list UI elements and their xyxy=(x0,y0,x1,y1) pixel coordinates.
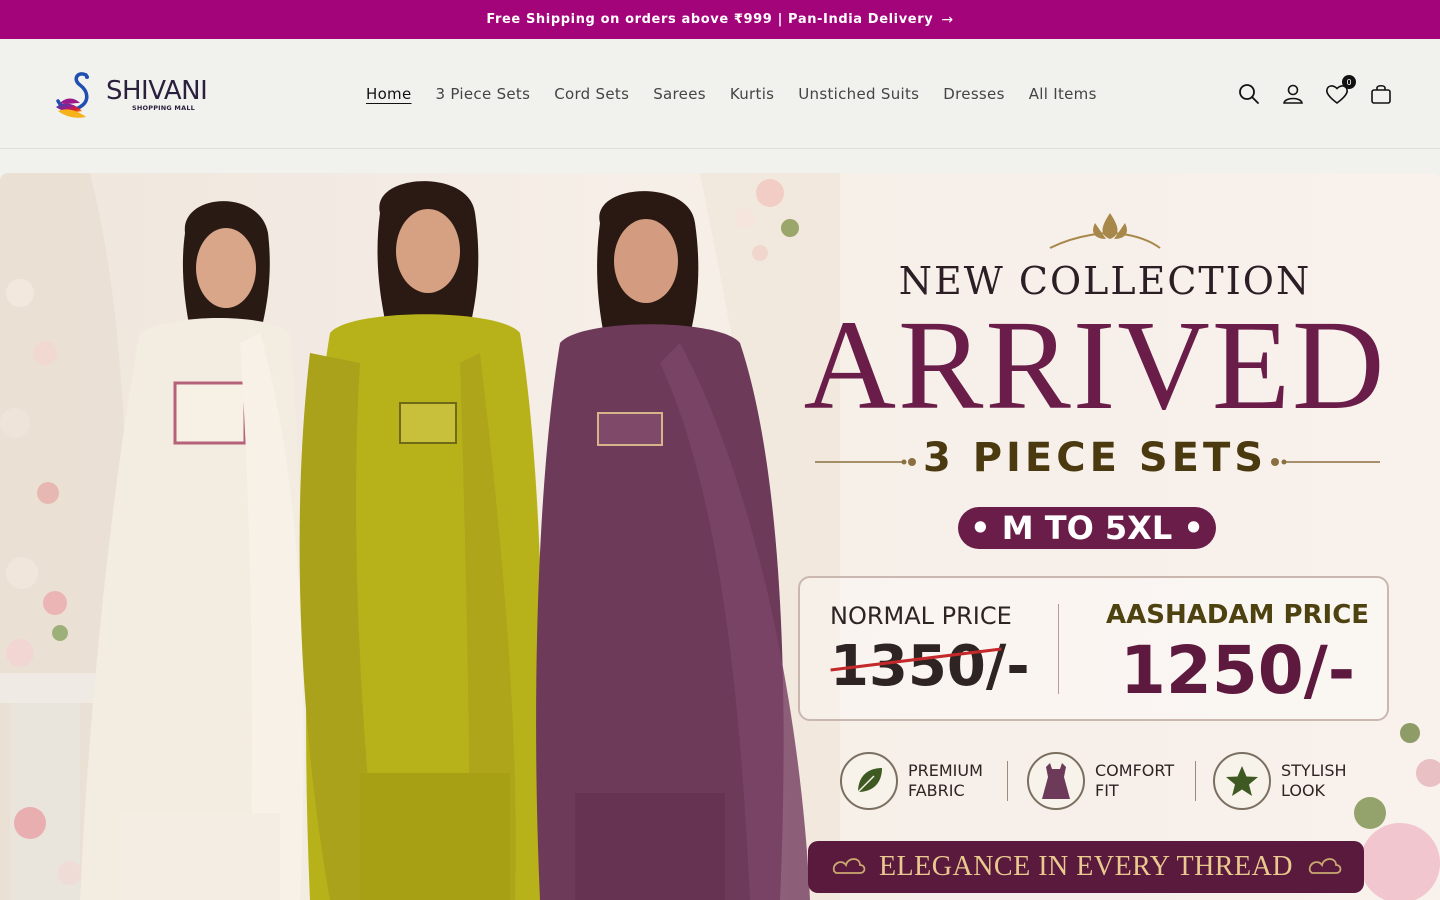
logo[interactable]: SHIVANI SHOPPING MALL xyxy=(52,67,222,123)
gold-ornament-icon xyxy=(1049,213,1161,249)
cart-icon xyxy=(1371,84,1391,104)
tagline-banner: ELEGANCE IN EVERY THREAD xyxy=(808,841,1364,893)
nav-item-sarees[interactable]: Sarees xyxy=(641,85,718,103)
feature-2-line1: COMFORT xyxy=(1095,761,1175,780)
cloud-ornament-icon xyxy=(1308,858,1342,874)
star-icon xyxy=(1213,752,1271,810)
hero-heading-main: ARRIVED xyxy=(803,294,1387,436)
feature-premium-fabric: PREMIUM FABRIC xyxy=(840,752,998,810)
feature-divider xyxy=(1195,761,1196,801)
nav-item-cord-sets[interactable]: Cord Sets xyxy=(542,85,641,103)
nav-item-all-items[interactable]: All Items xyxy=(1017,85,1109,103)
announcement-bar[interactable]: Free Shipping on orders above ₹999 | Pan… xyxy=(0,0,1440,39)
cloud-ornament-icon xyxy=(832,858,866,874)
search-icon xyxy=(1239,84,1259,104)
cart-button[interactable] xyxy=(1368,81,1394,107)
price-divider xyxy=(1058,604,1059,694)
model-mustard-outfit-icon xyxy=(299,181,544,900)
aashadam-price-label: AASHADAM PRICE xyxy=(1106,600,1370,630)
feature-3-line2: LOOK xyxy=(1281,781,1326,800)
model-white-outfit-icon xyxy=(80,201,310,900)
feature-stylish-look: STYLISH LOOK xyxy=(1213,752,1371,810)
feature-comfort-fit: COMFORT FIT xyxy=(1027,752,1185,810)
search-button[interactable] xyxy=(1236,81,1262,107)
feature-2-line2: FIT xyxy=(1095,781,1119,800)
swan-logo-icon xyxy=(56,72,89,118)
account-button[interactable] xyxy=(1280,81,1306,107)
arrow-right-icon[interactable]: → xyxy=(941,12,953,28)
main-nav: Home 3 Piece Sets Cord Sets Sarees Kurti… xyxy=(354,39,1109,149)
nav-item-unstiched-suits[interactable]: Unstiched Suits xyxy=(786,85,931,103)
feature-1-line1: PREMIUM xyxy=(908,761,983,780)
wishlist-button[interactable]: 0 xyxy=(1324,75,1356,107)
logo-tagline: SHOPPING MALL xyxy=(132,104,196,112)
normal-price-label: NORMAL PRICE xyxy=(830,602,1012,630)
size-range-badge: • M TO 5XL • xyxy=(958,507,1216,549)
feature-1-line2: FABRIC xyxy=(908,781,965,800)
wishlist-count-badge: 0 xyxy=(1342,75,1356,89)
nav-item-kurtis[interactable]: Kurtis xyxy=(718,85,786,103)
nav-item-3-piece-sets[interactable]: 3 Piece Sets xyxy=(424,85,543,103)
aashadam-price-value: 1250/- xyxy=(1120,632,1356,709)
flowers-right-icon xyxy=(1354,723,1440,900)
tagline-text: ELEGANCE IN EVERY THREAD xyxy=(878,851,1294,882)
feature-3-line1: STYLISH xyxy=(1281,761,1347,780)
announcement-text[interactable]: Free Shipping on orders above ₹999 | Pan… xyxy=(486,12,933,27)
site-header: SHIVANI SHOPPING MALL Home 3 Piece Sets … xyxy=(0,39,1440,149)
header-icons: 0 xyxy=(1236,39,1394,149)
hero-subheading: 3 PIECE SETS xyxy=(922,435,1268,481)
hero-banner[interactable]: NEW COLLECTION ARRIVED 3 PIECE SETS • M … xyxy=(0,173,1440,900)
account-icon xyxy=(1283,84,1303,104)
nav-item-dresses[interactable]: Dresses xyxy=(931,85,1016,103)
dress-icon xyxy=(1027,752,1085,810)
price-box: NORMAL PRICE 1350/- AASHADAM PRICE 1250/… xyxy=(798,576,1389,721)
logo-name: SHIVANI xyxy=(106,76,208,106)
nav-item-home[interactable]: Home xyxy=(354,85,424,103)
feature-divider xyxy=(1007,761,1008,801)
leaf-icon xyxy=(840,752,898,810)
